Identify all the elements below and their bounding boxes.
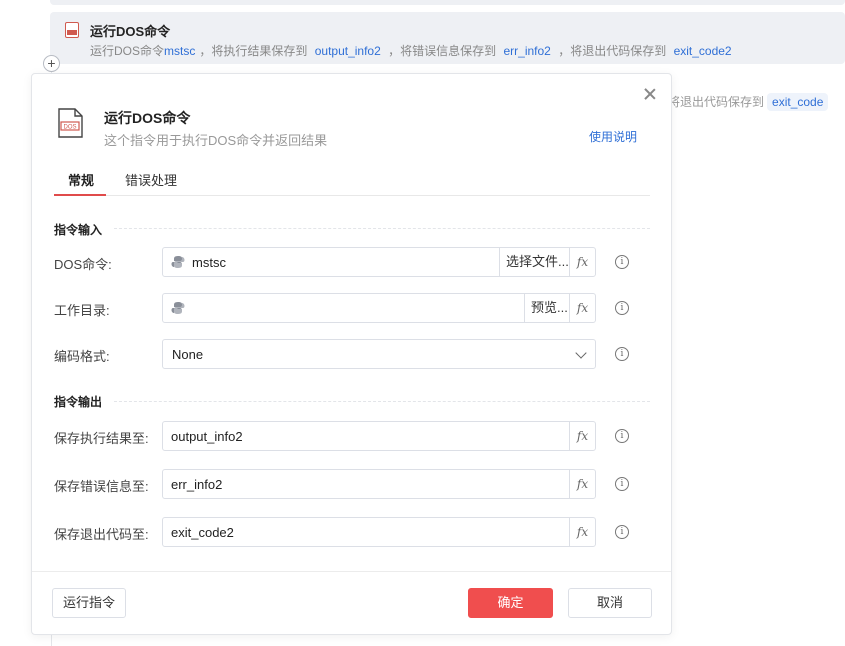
doc-file-icon: DOS — [58, 108, 83, 138]
save-output-label: 保存执行结果至: — [54, 431, 149, 446]
step-desc-prefix: 运行DOS命令 — [90, 44, 165, 58]
step-command-value: mstsc — [164, 44, 196, 58]
dos-file-icon — [65, 22, 79, 38]
close-icon[interactable] — [642, 86, 658, 102]
cancel-button[interactable]: 取消 — [568, 588, 652, 618]
step-exit-var: exit_code2 — [673, 44, 732, 58]
help-link[interactable]: 使用说明 — [589, 128, 637, 145]
save-exit-label: 保存退出代码至: — [54, 527, 149, 542]
tab-general[interactable]: 常规 — [68, 170, 94, 189]
confirm-button[interactable]: 确定 — [468, 588, 553, 618]
info-icon[interactable]: i — [615, 477, 629, 491]
work-dir-field[interactable]: 预览... fx — [162, 293, 596, 323]
doc-icon-text: DOS — [63, 125, 76, 131]
dialog-title: 运行DOS命令 — [104, 110, 191, 126]
fx-icon[interactable]: fx — [569, 422, 595, 450]
fx-icon[interactable]: fx — [569, 470, 595, 498]
step-error-var: err_info2 — [503, 44, 551, 58]
input-section-title: 指令输入 — [54, 223, 103, 237]
info-icon[interactable]: i — [615, 301, 629, 315]
behind-exit-chip: exit_code — [767, 93, 829, 111]
step-output-var: output_info2 — [314, 44, 381, 58]
footer-divider — [32, 571, 671, 572]
python-icon — [171, 256, 185, 268]
tab-error-handling[interactable]: 错误处理 — [125, 170, 177, 189]
dialog-subtitle: 这个指令用于执行DOS命令并返回结果 — [104, 133, 328, 148]
behind-step-description: 将退出代码保存到 exit_code — [668, 93, 829, 111]
info-icon[interactable]: i — [615, 429, 629, 443]
work-dir-label: 工作目录: — [54, 303, 110, 318]
save-output-field[interactable]: output_info2 fx — [162, 421, 596, 451]
dos-command-value[interactable]: mstsc — [192, 255, 226, 270]
step-title: 运行DOS命令 — [90, 24, 171, 39]
encoding-label: 编码格式: — [54, 349, 110, 364]
encoding-value: None — [172, 347, 204, 362]
run-dos-command-dialog: DOS 运行DOS命令 这个指令用于执行DOS命令并返回结果 使用说明 常规 错… — [31, 73, 672, 635]
save-output-value[interactable]: output_info2 — [171, 429, 243, 444]
top-strip — [50, 0, 845, 5]
active-tab-underline — [54, 194, 106, 196]
python-icon — [171, 302, 185, 314]
add-step-button[interactable]: + — [43, 55, 60, 72]
output-section-title: 指令输出 — [54, 395, 103, 409]
fx-icon[interactable]: fx — [569, 248, 595, 276]
dos-command-label: DOS命令: — [54, 257, 112, 272]
tab-bar: 常规 错误处理 — [54, 168, 650, 196]
step-description: 运行DOS命令mstsc ，将执行结果保存到 output_info2 ，将错误信… — [90, 42, 736, 59]
behind-text: 将退出代码保存到 — [668, 95, 765, 109]
info-icon[interactable]: i — [615, 255, 629, 269]
save-exit-value[interactable]: exit_code2 — [171, 525, 234, 540]
info-icon[interactable]: i — [615, 347, 629, 361]
workflow-step-card[interactable]: 运行DOS命令 运行DOS命令mstsc ，将执行结果保存到 output_inf… — [50, 12, 845, 64]
step-desc-mid2: ，将错误信息保存到 — [388, 44, 497, 58]
section-divider — [114, 228, 650, 229]
choose-file-button[interactable]: 选择文件... — [499, 248, 575, 276]
encoding-select[interactable]: None — [162, 339, 596, 369]
chevron-down-icon[interactable] — [575, 347, 587, 359]
fx-icon[interactable]: fx — [569, 518, 595, 546]
info-icon[interactable]: i — [615, 525, 629, 539]
save-exit-field[interactable]: exit_code2 fx — [162, 517, 596, 547]
fx-icon[interactable]: fx — [569, 294, 595, 322]
browse-button[interactable]: 预览... — [524, 294, 574, 322]
step-desc-mid1: ，将执行结果保存到 — [199, 44, 308, 58]
dos-command-field[interactable]: mstsc 选择文件... fx — [162, 247, 596, 277]
save-error-field[interactable]: err_info2 fx — [162, 469, 596, 499]
save-error-label: 保存错误信息至: — [54, 479, 149, 494]
run-command-button[interactable]: 运行指令 — [52, 588, 126, 618]
step-desc-mid3: ，将退出代码保存到 — [558, 44, 667, 58]
section-divider — [114, 401, 650, 402]
save-error-value[interactable]: err_info2 — [171, 477, 222, 492]
